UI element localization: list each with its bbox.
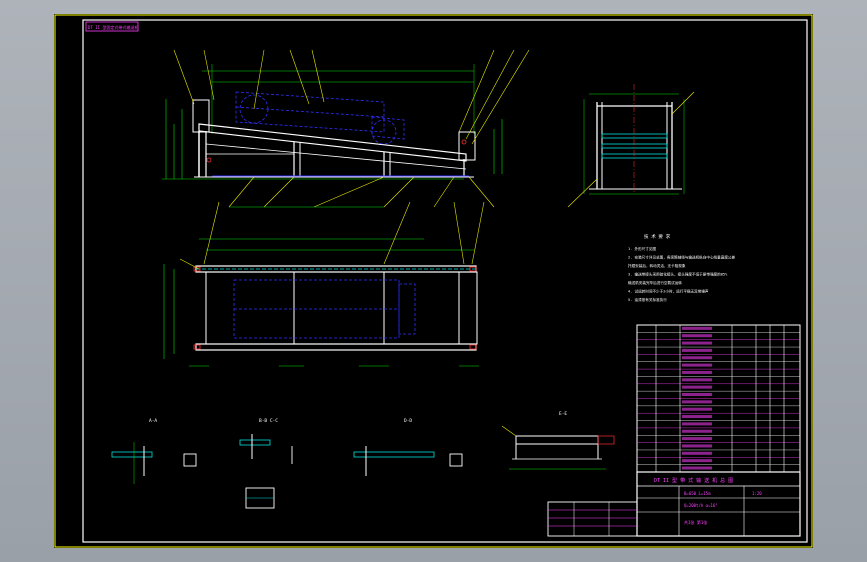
cad-drawing: DT II 型固定式带式输送机 A-A B-B C-C D-D E-E 技 术 … bbox=[54, 14, 813, 548]
parts-row-entry bbox=[682, 400, 712, 404]
view-tag: DT II 型固定式带式输送机 bbox=[88, 24, 138, 30]
parts-row-entry bbox=[682, 459, 712, 463]
end-view bbox=[567, 84, 695, 208]
parts-row-entry bbox=[682, 348, 712, 352]
parts-row-entry bbox=[682, 363, 712, 367]
scale-text: 1:20 bbox=[752, 491, 762, 496]
parts-row-entry bbox=[682, 385, 712, 389]
parts-row-entry bbox=[682, 407, 712, 411]
plan-view bbox=[163, 201, 485, 367]
drawing-sheet: DT II 型固定式带式输送机 A-A B-B C-C D-D E-E 技 术 … bbox=[54, 14, 813, 548]
cad-viewport: DT II 型固定式带式输送机 A-A B-B C-C D-D E-E 技 术 … bbox=[0, 0, 867, 562]
parts-row-entry bbox=[682, 437, 712, 441]
parts-row-entry bbox=[682, 444, 712, 448]
spec-line-2: Q=200t/h α=16° bbox=[684, 503, 718, 508]
sheet-text: 共1张 第1张 bbox=[684, 519, 707, 525]
parts-row-entry bbox=[682, 429, 712, 433]
title-text: DT II 型 带 式 输 送 机 总 图 bbox=[654, 477, 733, 484]
parts-row-entry bbox=[682, 422, 712, 426]
parts-row-entry bbox=[682, 341, 712, 345]
side-elevation bbox=[162, 49, 530, 208]
parts-list bbox=[636, 324, 801, 473]
parts-row-entry bbox=[682, 393, 712, 396]
note-line: 5. 油漆按有关标准执行 bbox=[628, 297, 667, 302]
section-a-label: A-A bbox=[149, 418, 157, 424]
note-line: 2. 安装尺寸详见总图，各滚筒轴线与输送机纵向中心线垂直度公差 bbox=[628, 255, 736, 260]
note-line: 3. 输送带接头采用硫化接头，接头强度不低于原带强度的85% bbox=[628, 272, 728, 277]
technical-notes: 技 术 要 求 1. 外形尺寸见图 2. 安装尺寸详见总图，各滚筒轴线与输送机纵向… bbox=[628, 233, 736, 302]
parts-row-entry bbox=[682, 356, 712, 360]
parts-row-entry bbox=[682, 466, 712, 470]
notes-title: 技 术 要 求 bbox=[644, 233, 671, 240]
section-details: A-A B-B C-C D-D E-E bbox=[111, 411, 615, 509]
note-line: 输送机安装完毕后进行空载试运转 bbox=[628, 280, 682, 285]
note-line: 4. 试运转时间不少于2小时，运行平稳无异常噪声 bbox=[628, 289, 709, 294]
note-line: 托辊安装后，转动灵活，无卡阻现象 bbox=[628, 263, 686, 268]
parts-row-entry bbox=[682, 415, 712, 419]
parts-row-entry bbox=[682, 326, 712, 330]
title-block: DT II 型 带 式 输 送 机 总 图 B=650 L=15m Q=200t… bbox=[547, 471, 801, 537]
note-line: 1. 外形尺寸见图 bbox=[628, 246, 656, 251]
parts-row-entry bbox=[682, 378, 712, 382]
parts-row-entry bbox=[682, 370, 712, 374]
section-d-label: D-D bbox=[404, 418, 412, 424]
parts-row-entry bbox=[682, 334, 712, 338]
parts-row-entry bbox=[682, 451, 712, 455]
section-e-label: E-E bbox=[559, 411, 567, 417]
spec-line-1: B=650 L=15m bbox=[684, 491, 711, 496]
section-b-label: B-B C-C bbox=[259, 418, 278, 424]
